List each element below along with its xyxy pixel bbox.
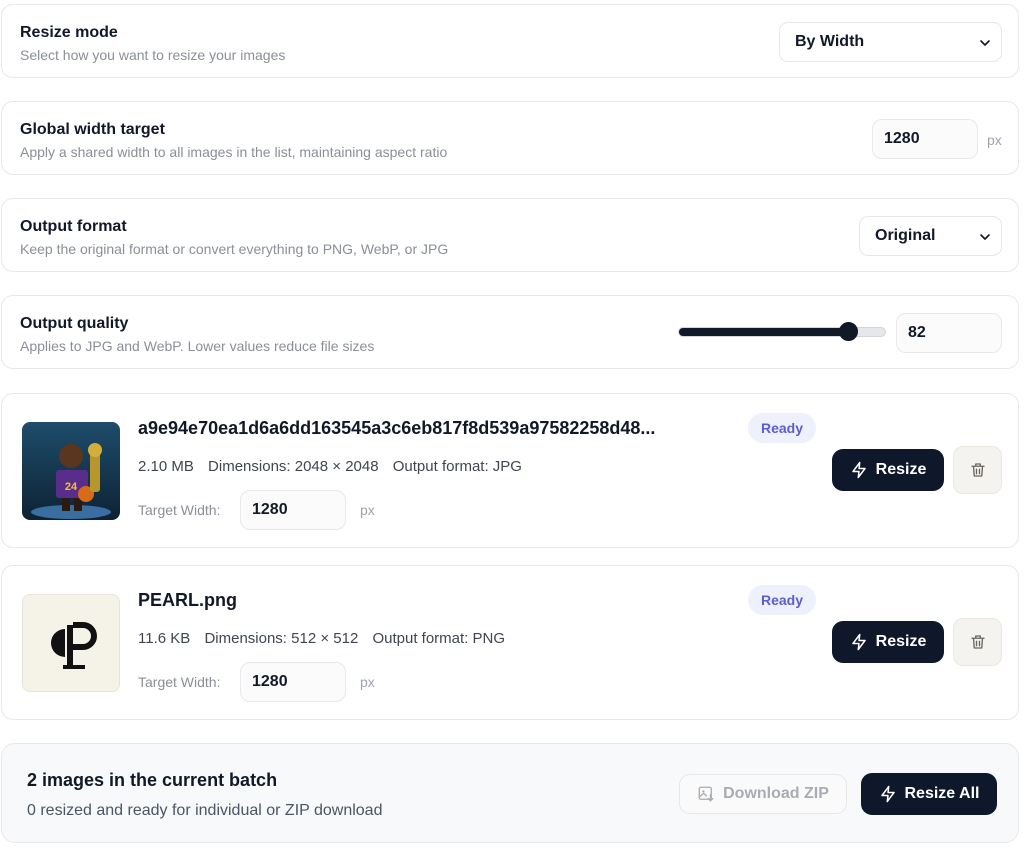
delete-button[interactable] [953, 618, 1002, 666]
basketball-player-image: 24 [22, 422, 120, 520]
bolt-icon [851, 461, 866, 479]
resize-all-button[interactable]: Resize All [861, 773, 997, 815]
file-thumbnail: 24 [22, 422, 120, 520]
status-badge: Ready [748, 413, 816, 443]
file-card: PEARL.png 11.6 KB Dimensions: 512 × 512 … [1, 565, 1019, 720]
target-width-unit: px [360, 674, 375, 690]
svg-text:24: 24 [65, 481, 78, 493]
resize-all-label: Resize All [904, 785, 980, 802]
resize-button-label: Resize [875, 461, 927, 478]
global-width-unit: px [987, 132, 1002, 148]
target-width-input[interactable]: 1280 [240, 490, 346, 530]
output-format-setting: Output format Keep the original format o… [1, 198, 1019, 272]
quality-slider-fill [679, 328, 850, 336]
resize-button[interactable]: Resize [832, 621, 944, 663]
chevron-down-icon [980, 234, 990, 240]
file-dimensions: Dimensions: 512 × 512 [204, 630, 359, 647]
batch-footer: 2 images in the current batch 0 resized … [1, 743, 1019, 843]
file-card: 24 a9e94e70ea1d6a6dd163545a3c6eb817f8d53… [1, 393, 1019, 548]
pearl-logo-image [23, 595, 119, 691]
target-width-label: Target Width: [138, 502, 221, 518]
file-output-format: Output format: JPG [392, 458, 522, 475]
quality-slider-thumb[interactable] [838, 322, 858, 341]
bolt-icon [851, 633, 866, 651]
output-format-value: Original [875, 227, 936, 244]
global-width-description: Apply a shared width to all images in th… [20, 144, 448, 160]
output-quality-title: Output quality [20, 315, 129, 332]
file-meta: 11.6 KB Dimensions: 512 × 512 Output for… [138, 630, 515, 647]
global-width-setting: Global width target Apply a shared width… [1, 101, 1019, 175]
download-zip-button[interactable]: Download ZIP [679, 774, 847, 814]
resize-button-label: Resize [875, 633, 927, 650]
target-width-input[interactable]: 1280 [240, 662, 346, 702]
file-size: 2.10 MB [138, 458, 194, 475]
target-width-label: Target Width: [138, 674, 221, 690]
file-meta: 2.10 MB Dimensions: 2048 × 2048 Output f… [138, 458, 532, 475]
file-thumbnail [22, 594, 120, 692]
file-dimensions: Dimensions: 2048 × 2048 [208, 458, 379, 475]
resize-mode-value: By Width [795, 33, 865, 50]
status-badge: Ready [748, 585, 816, 615]
file-size: 11.6 KB [138, 630, 191, 647]
batch-status: 0 resized and ready for individual or ZI… [27, 802, 383, 819]
output-format-select[interactable]: Original [859, 216, 1002, 256]
resize-button[interactable]: Resize [832, 449, 944, 491]
file-name: a9e94e70ea1d6a6dd163545a3c6eb817f8d539a9… [138, 418, 656, 438]
chevron-down-icon [980, 40, 990, 46]
resize-mode-title: Resize mode [20, 24, 118, 41]
bolt-icon [880, 785, 895, 803]
batch-count: 2 images in the current batch [27, 770, 278, 790]
resize-mode-description: Select how you want to resize your image… [20, 47, 286, 63]
trash-icon [970, 635, 985, 649]
output-quality-input[interactable]: 82 [896, 313, 1002, 353]
download-zip-label: Download ZIP [723, 785, 829, 802]
delete-button[interactable] [953, 446, 1002, 494]
output-format-title: Output format [20, 218, 127, 235]
resize-mode-setting: Resize mode Select how you want to resiz… [1, 4, 1019, 78]
output-quality-description: Applies to JPG and WebP. Lower values re… [20, 338, 375, 354]
file-output-format: Output format: PNG [372, 630, 506, 647]
target-width-unit: px [360, 502, 375, 518]
global-width-title: Global width target [20, 121, 165, 138]
file-name: PEARL.png [138, 590, 237, 610]
trash-icon [970, 463, 985, 477]
output-format-description: Keep the original format or convert ever… [20, 241, 449, 257]
resize-mode-select[interactable]: By Width [779, 22, 1002, 62]
image-download-icon [698, 786, 714, 802]
global-width-input[interactable]: 1280 [872, 119, 978, 159]
